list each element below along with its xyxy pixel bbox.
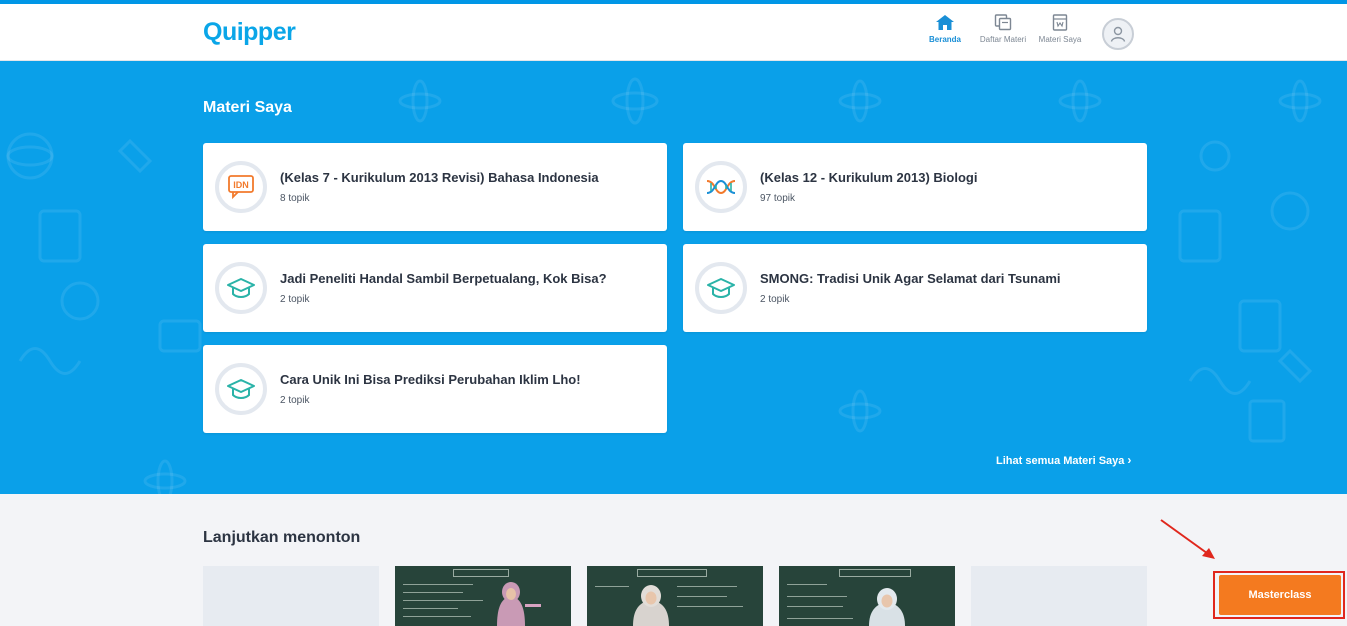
material-icon: [695, 161, 747, 213]
material-title: (Kelas 7 - Kurikulum 2013 Revisi) Bahasa…: [280, 170, 599, 185]
idn-badge-icon: IDN: [228, 175, 254, 200]
my-materials-section: Materi Saya IDN (Kelas 7 - Kurikulum 201…: [0, 61, 1347, 494]
chalkboard-image: [395, 566, 571, 626]
materials-list-icon: [994, 14, 1012, 31]
nav-daftar-materi[interactable]: Daftar Materi: [973, 14, 1033, 44]
video-thumbnail[interactable]: [395, 566, 571, 626]
annotation-arrow: [1160, 519, 1215, 559]
nav-materi-saya[interactable]: Materi Saya: [1030, 14, 1090, 44]
profile-avatar[interactable]: [1102, 18, 1134, 50]
graduation-cap-icon: [707, 278, 735, 298]
material-card[interactable]: (Kelas 12 - Kurikulum 2013) Biologi 97 t…: [683, 143, 1147, 231]
topic-count: 97 topik: [760, 193, 796, 204]
dna-icon: [706, 179, 736, 195]
material-title: (Kelas 12 - Kurikulum 2013) Biologi: [760, 170, 978, 185]
chevron-right-icon: ›: [1127, 453, 1132, 467]
teacher-figure: [633, 585, 669, 626]
material-title: Jadi Peneliti Handal Sambil Berpetualang…: [280, 271, 607, 286]
teacher-figure: [497, 582, 541, 626]
topic-count: 2 topik: [280, 395, 310, 406]
nav-label: Daftar Materi: [979, 35, 1027, 44]
top-header: Quipper Beranda Daftar Materi Materi Say…: [0, 4, 1347, 61]
chalkboard-image: [587, 566, 763, 626]
quipper-logo[interactable]: Quipper: [203, 18, 296, 47]
material-icon: [215, 262, 267, 314]
nav-label: Materi Saya: [1038, 35, 1082, 44]
chalkboard-image: [779, 566, 955, 626]
material-icon: [695, 262, 747, 314]
nav-beranda[interactable]: Beranda: [915, 14, 975, 44]
material-icon: IDN: [215, 161, 267, 213]
section-title: Materi Saya: [203, 99, 292, 116]
masterclass-button[interactable]: Masterclass: [1219, 575, 1341, 615]
teacher-figure: [869, 588, 905, 626]
topic-count: 2 topik: [760, 294, 790, 305]
material-icon: [215, 363, 267, 415]
user-icon: [1110, 26, 1126, 42]
topic-count: 8 topik: [280, 193, 310, 204]
material-title: Cara Unik Ini Bisa Prediksi Perubahan Ik…: [280, 372, 581, 387]
svg-text:IDN: IDN: [233, 180, 249, 190]
see-all-my-materials-link[interactable]: Lihat semua Materi Saya ›: [996, 453, 1131, 467]
material-card[interactable]: SMONG: Tradisi Unik Agar Selamat dari Ts…: [683, 244, 1147, 332]
nav-label: Beranda: [928, 35, 961, 44]
video-thumbnail[interactable]: [779, 566, 955, 626]
my-materials-icon: [1052, 14, 1068, 31]
graduation-cap-icon: [227, 278, 255, 298]
video-thumbnail-placeholder[interactable]: [971, 566, 1147, 626]
video-thumbnail-placeholder[interactable]: [203, 566, 379, 626]
material-card[interactable]: IDN (Kelas 7 - Kurikulum 2013 Revisi) Ba…: [203, 143, 667, 231]
video-thumbnail[interactable]: [587, 566, 763, 626]
material-title: SMONG: Tradisi Unik Agar Selamat dari Ts…: [760, 271, 1061, 286]
see-all-label: Lihat semua Materi Saya: [996, 455, 1125, 467]
topic-count: 2 topik: [280, 294, 310, 305]
continue-watching-title: Lanjutkan menonton: [203, 529, 361, 546]
material-card[interactable]: Cara Unik Ini Bisa Prediksi Perubahan Ik…: [203, 345, 667, 433]
material-card[interactable]: Jadi Peneliti Handal Sambil Berpetualang…: [203, 244, 667, 332]
graduation-cap-icon: [227, 379, 255, 399]
home-icon: [936, 15, 954, 30]
